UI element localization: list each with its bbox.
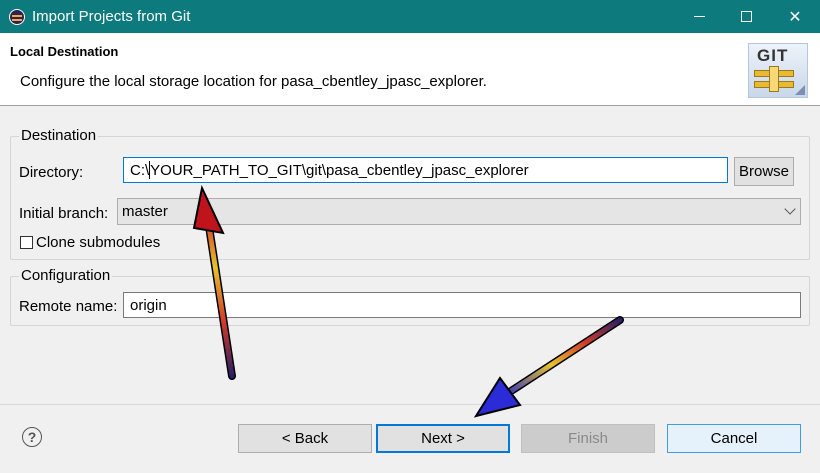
directory-input[interactable]: C:\ YOUR_PATH_TO_GIT\git\pasa_cbentley_jp… [123, 157, 728, 183]
close-icon: ✕ [788, 8, 802, 26]
directory-label: Directory: [19, 164, 84, 181]
chevron-down-icon [784, 203, 796, 215]
arrow-to-next [473, 316, 624, 418]
page-title: Local Destination [10, 44, 119, 59]
minimize-button[interactable] [676, 0, 722, 33]
close-button[interactable]: ✕ [772, 0, 818, 33]
directory-prefix: C:\ [130, 161, 150, 179]
initial-branch-select[interactable]: master [117, 198, 801, 225]
remote-name-label: Remote name: [19, 298, 118, 315]
next-button[interactable]: Next > [376, 424, 510, 453]
maximize-button[interactable] [723, 0, 769, 33]
git-logo-icon: GIT [748, 43, 808, 98]
remote-name-value: origin [130, 296, 167, 314]
directory-value: YOUR_PATH_TO_GIT\git\pasa_cbentley_jpasc… [150, 161, 529, 179]
configuration-group-label: Configuration [19, 267, 113, 284]
clone-submodules-label[interactable]: Clone submodules [36, 234, 160, 251]
help-icon[interactable]: ? [22, 427, 42, 447]
destination-group-label: Destination [19, 127, 99, 144]
initial-branch-label: Initial branch: [19, 205, 109, 222]
footer-divider [0, 404, 820, 405]
finish-button[interactable]: Finish [521, 424, 655, 453]
git-logo-text: GIT [757, 46, 789, 65]
title-bar: Import Projects from Git ✕ [0, 0, 820, 33]
cancel-button[interactable]: Cancel [667, 424, 801, 453]
maximize-icon [740, 11, 752, 22]
remote-name-input[interactable]: origin [123, 292, 801, 318]
page-description: Configure the local storage location for… [20, 73, 487, 90]
initial-branch-value: master [122, 203, 168, 220]
minimize-icon [693, 16, 705, 17]
wizard-header: Local Destination Configure the local st… [0, 33, 820, 106]
eclipse-icon [9, 8, 25, 25]
clone-submodules-checkbox[interactable] [20, 236, 33, 249]
browse-button[interactable]: Browse [734, 157, 794, 186]
back-button[interactable]: < Back [238, 424, 372, 453]
window-title: Import Projects from Git [32, 8, 191, 25]
